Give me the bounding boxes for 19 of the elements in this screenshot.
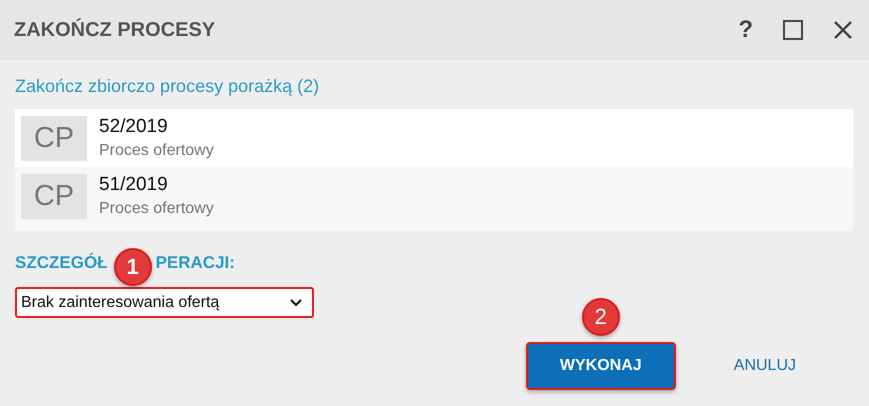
step-marker: 1 bbox=[114, 248, 152, 286]
cancel-button[interactable]: ANULUJ bbox=[734, 357, 796, 375]
dialog-subtitle: Zakończ zbiorczo procesy porażką (2) bbox=[15, 76, 320, 97]
step-marker: 2 bbox=[582, 298, 620, 336]
process-type: Proces ofertowy bbox=[99, 200, 214, 218]
section-heading: PERACJI: bbox=[156, 253, 235, 273]
avatar-tile: CP bbox=[21, 116, 87, 160]
maximize-icon[interactable] bbox=[783, 20, 803, 40]
close-icon[interactable] bbox=[833, 20, 853, 40]
window-title: ZAKOŃCZ PROCESY bbox=[14, 18, 216, 42]
process-type: Proces ofertowy bbox=[99, 142, 214, 160]
help-button[interactable]: ? bbox=[738, 16, 753, 44]
process-number: 52/2019 bbox=[99, 116, 169, 138]
reason-select[interactable]: Brak zainteresowania ofertą bbox=[15, 287, 314, 318]
execute-button[interactable]: WYKONAJ bbox=[526, 342, 676, 390]
process-number: 51/2019 bbox=[99, 174, 169, 196]
avatar-tile: CP bbox=[21, 174, 87, 218]
chevron-down-icon bbox=[290, 298, 302, 306]
section-heading: SZCZEGÓŁ bbox=[15, 253, 108, 273]
